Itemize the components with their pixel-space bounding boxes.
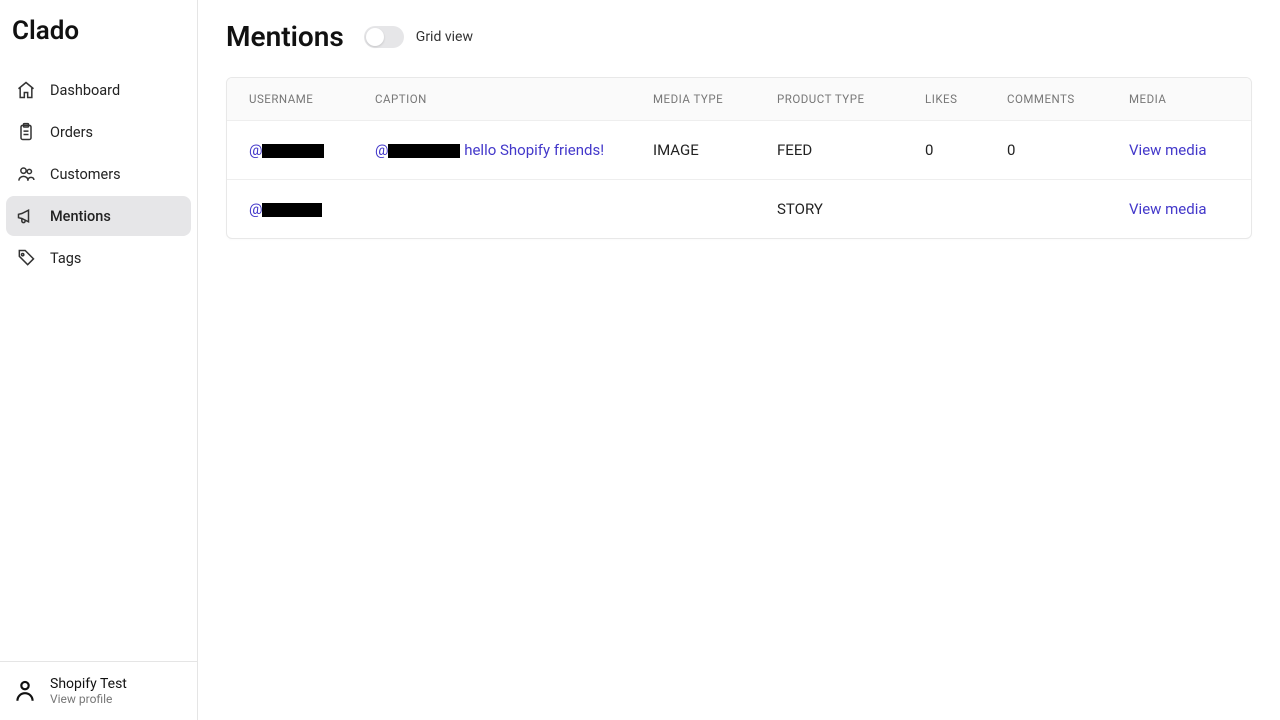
sidebar: Clado Dashboard Orders Customers Mention… <box>0 0 198 720</box>
view-media-link[interactable]: View media <box>1129 200 1229 218</box>
sidebar-item-tags[interactable]: Tags <box>6 238 191 278</box>
sidebar-item-label: Dashboard <box>50 82 120 99</box>
redacted-username <box>262 144 324 158</box>
grid-view-toggle-wrap: Grid view <box>364 26 473 48</box>
footer-view-profile[interactable]: View profile <box>50 692 127 706</box>
likes-cell: 0 <box>925 141 1007 159</box>
grid-view-label: Grid view <box>416 29 473 45</box>
col-mediatype-header: MEDIA TYPE <box>653 92 777 106</box>
main-content: Mentions Grid view USERNAME CAPTION MEDI… <box>198 0 1280 720</box>
grid-view-toggle[interactable] <box>364 26 404 48</box>
table-row: @ @ hello Shopify friends! IMAGE FEED 0 … <box>227 121 1251 180</box>
col-media-header: MEDIA <box>1129 92 1229 106</box>
user-icon <box>12 678 38 704</box>
tag-icon <box>16 248 36 268</box>
table-header: USERNAME CAPTION MEDIA TYPE PRODUCT TYPE… <box>227 78 1251 121</box>
username-cell[interactable]: @ <box>249 141 375 159</box>
caption-text: hello Shopify friends! <box>460 141 604 159</box>
sidebar-item-dashboard[interactable]: Dashboard <box>6 70 191 110</box>
footer-user-block: Shopify Test View profile <box>50 676 127 706</box>
sidebar-item-orders[interactable]: Orders <box>6 112 191 152</box>
sidebar-item-label: Tags <box>50 250 81 267</box>
col-likes-header: LIKES <box>925 92 1007 106</box>
media-type-cell: IMAGE <box>653 141 777 159</box>
sidebar-item-label: Customers <box>50 166 121 183</box>
mentions-table: USERNAME CAPTION MEDIA TYPE PRODUCT TYPE… <box>226 77 1252 239</box>
col-caption-header: CAPTION <box>375 92 653 106</box>
home-icon <box>16 80 36 100</box>
product-type-cell: FEED <box>777 141 925 159</box>
sidebar-item-label: Mentions <box>50 208 111 225</box>
table-row: @ STORY View media <box>227 180 1251 238</box>
sidebar-footer[interactable]: Shopify Test View profile <box>0 661 197 720</box>
page-header: Mentions Grid view <box>226 20 1252 53</box>
col-username-header: USERNAME <box>249 92 375 106</box>
view-media-link[interactable]: View media <box>1129 141 1229 159</box>
product-type-cell: STORY <box>777 200 925 218</box>
at-prefix: @ <box>249 200 262 218</box>
at-prefix: @ <box>249 141 262 159</box>
footer-user-name: Shopify Test <box>50 676 127 692</box>
at-prefix: @ <box>375 141 388 159</box>
sidebar-item-customers[interactable]: Customers <box>6 154 191 194</box>
col-producttype-header: PRODUCT TYPE <box>777 92 925 106</box>
brand-logo: Clado <box>0 0 197 70</box>
clipboard-icon <box>16 122 36 142</box>
username-cell[interactable]: @ <box>249 200 375 218</box>
redacted-username <box>262 203 322 217</box>
megaphone-icon <box>16 206 36 226</box>
redacted-caption-handle <box>388 144 460 158</box>
comments-cell: 0 <box>1007 141 1129 159</box>
caption-cell[interactable]: @ hello Shopify friends! <box>375 141 653 159</box>
toggle-knob <box>366 28 384 46</box>
users-icon <box>16 164 36 184</box>
sidebar-item-mentions[interactable]: Mentions <box>6 196 191 236</box>
sidebar-nav: Dashboard Orders Customers Mentions Tags <box>0 70 197 278</box>
sidebar-item-label: Orders <box>50 124 93 141</box>
page-title: Mentions <box>226 20 344 53</box>
col-comments-header: COMMENTS <box>1007 92 1129 106</box>
